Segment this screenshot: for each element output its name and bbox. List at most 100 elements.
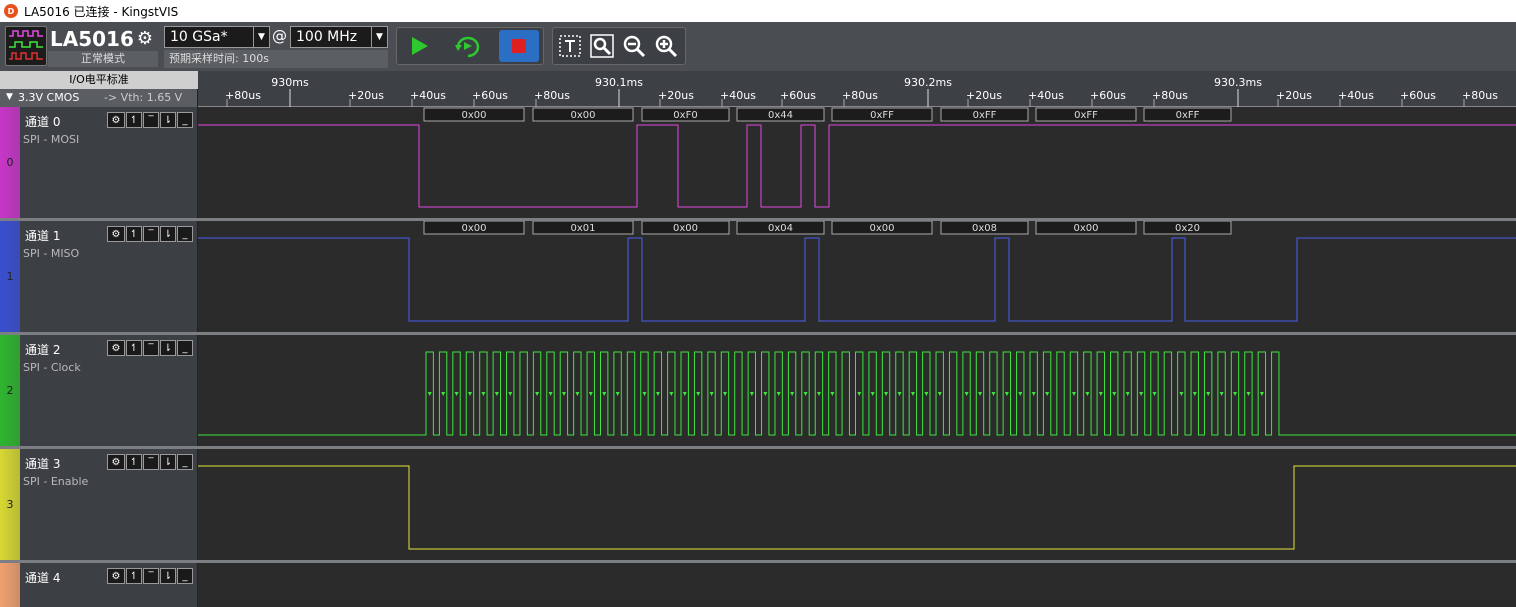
- decode-value[interactable]: 0x00: [831, 220, 933, 235]
- io-level-title: I/O电平标准: [0, 71, 198, 89]
- sample-marker: [924, 392, 929, 396]
- falling-edge-trigger-icon[interactable]: ⇂: [160, 568, 176, 584]
- sample-marker: [669, 392, 674, 396]
- channel-panel-1[interactable]: 1 通道 1 SPI - MISO ⚙ ↿ ‾ ⇂ _: [0, 221, 198, 332]
- low-level-trigger-icon[interactable]: _: [177, 112, 193, 128]
- low-level-trigger-icon[interactable]: _: [177, 568, 193, 584]
- window-title: LA5016 已连接 - KingstVIS: [24, 4, 179, 19]
- falling-edge-trigger-icon[interactable]: ⇂: [160, 454, 176, 470]
- chevron-down-icon[interactable]: ▼: [253, 27, 269, 47]
- sample-marker: [964, 392, 969, 396]
- waveform-area[interactable]: 0x00 0x00 0xF0 0x44 0xFF 0xFF 0xFF 0xFF 0x00 0x01…: [198, 107, 1516, 607]
- sample-marker: [776, 392, 781, 396]
- decode-value[interactable]: 0x00: [423, 107, 525, 122]
- svg-text:0xF0: 0xF0: [673, 110, 697, 121]
- decode-value[interactable]: 0xF0: [641, 107, 730, 122]
- gear-icon[interactable]: ⚙: [107, 568, 125, 584]
- rising-edge-trigger-icon[interactable]: ↿: [126, 568, 142, 584]
- channel-trigger-controls: ⚙ ↿ ‾ ⇂ _: [107, 454, 193, 470]
- decode-value[interactable]: 0xFF: [831, 107, 933, 122]
- svg-text:0x04: 0x04: [768, 223, 793, 234]
- gear-icon[interactable]: ⚙: [134, 27, 156, 51]
- sample-marker: [575, 392, 580, 396]
- gear-icon[interactable]: ⚙: [107, 112, 125, 128]
- chevron-down-icon[interactable]: ▼: [371, 27, 387, 47]
- rising-edge-trigger-icon[interactable]: ↿: [126, 226, 142, 242]
- channel-separator: [0, 446, 1516, 449]
- collapse-triangle-icon[interactable]: ▼: [6, 92, 13, 102]
- app-window: D LA5016 已连接 - KingstVIS LA5016 ⚙ 正常模式 1…: [0, 0, 1516, 607]
- gear-icon[interactable]: ⚙: [107, 226, 125, 242]
- sample-marker: [978, 392, 983, 396]
- repeat-icon[interactable]: [453, 31, 483, 61]
- decode-value[interactable]: 0x00: [1035, 220, 1137, 235]
- channel-name: 通道 0: [25, 115, 61, 129]
- svg-text:0x00: 0x00: [673, 223, 698, 234]
- falling-edge-trigger-icon[interactable]: ⇂: [160, 112, 176, 128]
- sample-marker: [508, 392, 513, 396]
- decode-value[interactable]: 0xFF: [1035, 107, 1137, 122]
- text-cursor-icon[interactable]: [555, 31, 585, 61]
- frequency-select[interactable]: 100 MHz ▼: [290, 26, 388, 48]
- low-level-trigger-icon[interactable]: _: [177, 454, 193, 470]
- sample-rate-select[interactable]: 10 GSa* ▼: [164, 26, 270, 48]
- stop-button[interactable]: [499, 30, 539, 62]
- gear-icon[interactable]: ⚙: [107, 454, 125, 470]
- high-level-trigger-icon[interactable]: ‾: [143, 226, 159, 242]
- decode-value[interactable]: 0x00: [641, 220, 730, 235]
- channel-panel-4[interactable]: 通道 4 ⚙ ↿ ‾ ⇂ _: [0, 563, 198, 607]
- device-waveform-icon[interactable]: [5, 26, 47, 66]
- channel-trigger-controls: ⚙ ↿ ‾ ⇂ _: [107, 568, 193, 584]
- high-level-trigger-icon[interactable]: ‾: [143, 112, 159, 128]
- sample-marker: [682, 392, 687, 396]
- decode-value[interactable]: 0x08: [940, 220, 1029, 235]
- channel-index: 2: [6, 383, 14, 397]
- svg-text:0x00: 0x00: [1073, 223, 1098, 234]
- decode-value[interactable]: 0x20: [1143, 220, 1232, 235]
- sample-marker: [1152, 392, 1157, 396]
- decode-value[interactable]: 0x00: [423, 220, 525, 235]
- io-level-value[interactable]: 3.3V CMOS: [18, 91, 79, 104]
- low-level-trigger-icon[interactable]: _: [177, 226, 193, 242]
- channel-protocol: SPI - MOSI: [23, 133, 80, 146]
- title-bar: D LA5016 已连接 - KingstVIS: [0, 0, 1516, 22]
- rising-edge-trigger-icon[interactable]: ↿: [126, 454, 142, 470]
- channel-color-strip: 0: [0, 107, 20, 218]
- high-level-trigger-icon[interactable]: ‾: [143, 454, 159, 470]
- ruler-minor-label: +60us: [472, 89, 508, 102]
- ruler-minor-label: +80us: [842, 89, 878, 102]
- zoom-in-icon[interactable]: [651, 31, 681, 61]
- low-level-trigger-icon[interactable]: _: [177, 340, 193, 356]
- io-vth-value: -> Vth: 1.65 V: [104, 91, 183, 104]
- channel-panel-0[interactable]: 0 通道 0 SPI - MOSI ⚙ ↿ ‾ ⇂ _: [0, 107, 198, 218]
- decode-value[interactable]: 0xFF: [940, 107, 1029, 122]
- gear-icon[interactable]: ⚙: [107, 340, 125, 356]
- time-ruler[interactable]: 930ms 930.1ms 930.2ms 930.3ms +80us +20us +40u…: [198, 71, 1516, 107]
- channel-color-strip: 1: [0, 221, 20, 332]
- sample-marker: [1112, 392, 1117, 396]
- sample-marker: [1004, 392, 1009, 396]
- high-level-trigger-icon[interactable]: ‾: [143, 568, 159, 584]
- ruler-minor-label: +40us: [1338, 89, 1374, 102]
- decode-value[interactable]: 0x04: [736, 220, 825, 235]
- rising-edge-trigger-icon[interactable]: ↿: [126, 340, 142, 356]
- play-icon[interactable]: [404, 31, 434, 61]
- channel-panel-2[interactable]: 2 通道 2 SPI - Clock ⚙ ↿ ‾ ⇂ _: [0, 335, 198, 446]
- sample-marker: [1206, 392, 1211, 396]
- falling-edge-trigger-icon[interactable]: ⇂: [160, 340, 176, 356]
- decode-value[interactable]: 0x00: [532, 107, 634, 122]
- decode-value[interactable]: 0x01: [532, 220, 634, 235]
- sample-marker: [494, 392, 499, 396]
- rising-edge-trigger-icon[interactable]: ↿: [126, 112, 142, 128]
- channel-panel-3[interactable]: 3 通道 3 SPI - Enable ⚙ ↿ ‾ ⇂ _: [0, 449, 198, 560]
- high-level-trigger-icon[interactable]: ‾: [143, 340, 159, 356]
- zoom-fit-icon[interactable]: [587, 31, 617, 61]
- zoom-out-icon[interactable]: [619, 31, 649, 61]
- enable-waveform: [198, 465, 1516, 550]
- sample-marker: [884, 392, 889, 396]
- decode-value[interactable]: 0x44: [736, 107, 825, 122]
- falling-edge-trigger-icon[interactable]: ⇂: [160, 226, 176, 242]
- sample-marker: [1179, 392, 1184, 396]
- capture-controls: [396, 27, 544, 65]
- decode-value[interactable]: 0xFF: [1143, 107, 1232, 122]
